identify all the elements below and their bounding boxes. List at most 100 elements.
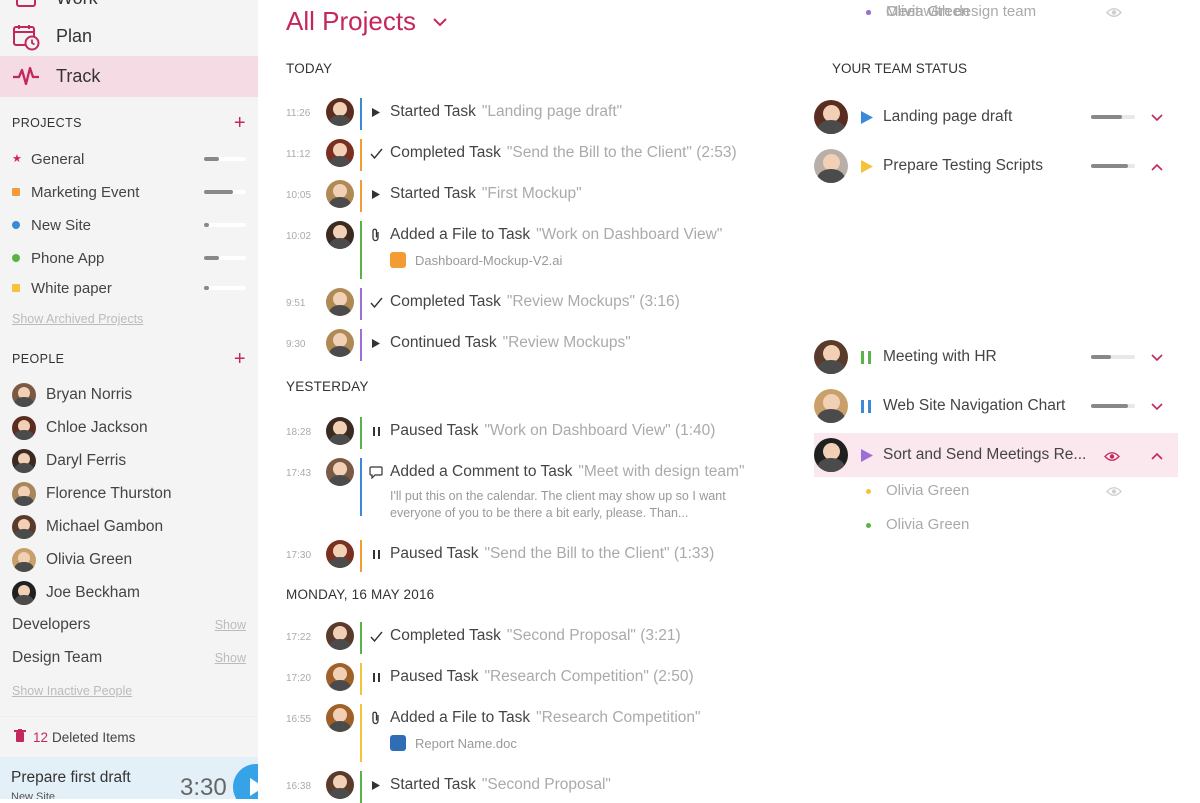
avatar xyxy=(12,416,36,440)
chevron-down-icon[interactable] xyxy=(1151,109,1163,127)
person-item[interactable]: Daryl Ferris xyxy=(12,448,246,474)
check-icon xyxy=(369,146,383,160)
team-member-row[interactable]: Web Site Navigation Chart xyxy=(814,384,1178,428)
activity-action: Continued Task xyxy=(390,334,497,351)
project-item[interactable]: White paper xyxy=(12,277,246,299)
pause-icon xyxy=(860,399,874,413)
avatar xyxy=(814,340,848,374)
avatar xyxy=(12,482,36,506)
activity-row[interactable]: 11:26 Started Task "Landing page draft" xyxy=(286,98,786,130)
deleted-items[interactable]: 12 Deleted Items xyxy=(0,716,258,757)
day-heading: MONDAY, 16 MAY 2016 xyxy=(286,587,435,602)
pause-icon xyxy=(369,424,383,438)
team-status-panel: YOUR TEAM STATUS Landing page draft Prepa… xyxy=(814,0,1200,799)
group-design-team[interactable]: Design Team Show xyxy=(12,647,246,669)
eye-icon[interactable] xyxy=(1106,5,1122,22)
activity-task: "Review Mockups" xyxy=(502,334,631,351)
file-icon xyxy=(390,252,406,268)
avatar xyxy=(326,417,354,445)
project-name: New Site xyxy=(31,216,92,234)
chevron-down-icon[interactable] xyxy=(1151,398,1163,416)
project-item[interactable]: Marketing Event xyxy=(12,181,246,203)
person-item[interactable]: Chloe Jackson xyxy=(12,415,246,441)
team-member-row[interactable]: Sort and Send Meetings Re... xyxy=(814,433,1178,477)
eye-icon[interactable] xyxy=(1106,484,1122,501)
subtask-row[interactable]: Olivia Green xyxy=(862,513,1178,537)
subtask-row[interactable]: Olivia Green xyxy=(862,479,1178,503)
calendar-icon xyxy=(12,0,40,13)
activity-row[interactable]: 17:20 Paused Task "Research Competition" (… xyxy=(286,663,786,695)
chevron-down-icon[interactable] xyxy=(1151,349,1163,367)
show-group-link[interactable]: Show xyxy=(215,618,246,632)
project-progress-bar xyxy=(204,223,246,227)
show-inactive-people-link[interactable]: Show Inactive People xyxy=(12,684,132,698)
add-person-icon[interactable]: + xyxy=(234,349,246,369)
activity-task: "Review Mockups" (3:16) xyxy=(506,293,680,310)
show-archived-projects-link[interactable]: Show Archived Projects xyxy=(12,312,143,326)
activity-time: 18:28 xyxy=(286,427,312,438)
activity-row[interactable]: 9:30 Continued Task "Review Mockups" xyxy=(286,329,786,361)
activity-row[interactable]: 10:05 Started Task "First Mockup" xyxy=(286,180,786,212)
calendar-clock-icon xyxy=(12,23,40,51)
project-selector[interactable]: All Projects xyxy=(286,6,448,37)
chevron-down-icon xyxy=(433,17,447,26)
chevron-up-icon[interactable] xyxy=(1151,447,1163,465)
project-item[interactable]: Phone App xyxy=(12,247,246,269)
avatar xyxy=(326,180,354,208)
project-color-line xyxy=(360,704,362,762)
group-developers[interactable]: Developers Show xyxy=(12,614,246,636)
pause-icon xyxy=(369,547,383,561)
activity-action: Added a File to Task xyxy=(390,226,531,243)
timer-play-button[interactable] xyxy=(233,764,258,799)
activity-row[interactable]: 17:22 Completed Task "Second Proposal" (3:… xyxy=(286,622,786,654)
project-color-line xyxy=(360,458,362,516)
person-item[interactable]: Florence Thurston xyxy=(12,481,246,507)
people-heading: PEOPLE + xyxy=(12,349,246,369)
activity-text: Paused Task "Send the Bill to the Client"… xyxy=(390,545,714,563)
attached-file[interactable]: Report Name.doc xyxy=(390,735,517,751)
nav-item-track[interactable]: Track xyxy=(0,56,258,97)
avatar xyxy=(326,329,354,357)
person-item[interactable]: Bryan Norris xyxy=(12,382,246,408)
show-group-link[interactable]: Show xyxy=(215,651,246,665)
project-item[interactable]: ★ General xyxy=(12,148,246,170)
trash-icon xyxy=(14,729,26,745)
project-color-line xyxy=(360,540,362,572)
activity-row[interactable]: 17:30 Paused Task "Send the Bill to the Cl… xyxy=(286,540,786,572)
project-name: Marketing Event xyxy=(31,183,140,201)
person-name: Bryan Norris xyxy=(46,386,133,403)
timer-project-name: New Site xyxy=(11,791,56,799)
project-color-line xyxy=(360,221,362,279)
eye-icon[interactable] xyxy=(1104,449,1120,467)
group-name: Developers xyxy=(12,616,91,633)
activity-time: 9:30 xyxy=(286,339,306,350)
avatar xyxy=(12,548,36,572)
chevron-up-icon[interactable] xyxy=(1151,158,1163,176)
activity-row[interactable]: 18:28 Paused Task "Work on Dashboard View"… xyxy=(286,417,786,449)
timer-elapsed: 3:30 xyxy=(180,774,227,799)
activity-row[interactable]: 17:43 Added a Comment to Task "Meet with d… xyxy=(286,458,786,520)
person-item[interactable]: Michael Gambon xyxy=(12,514,246,540)
activity-text: Completed Task "Review Mockups" (3:16) xyxy=(390,293,680,311)
activity-row[interactable]: 16:38 Started Task "Second Proposal" xyxy=(286,771,786,803)
activity-row[interactable]: 9:51 Completed Task "Review Mockups" (3:16… xyxy=(286,288,786,320)
avatar xyxy=(814,149,848,183)
team-member-row[interactable]: Prepare Testing Scripts xyxy=(814,144,1178,188)
activity-row[interactable]: 10:02 Added a File to Task "Work on Dashbo… xyxy=(286,221,786,281)
activity-row[interactable]: 11:12 Completed Task "Send the Bill to the… xyxy=(286,139,786,171)
activity-task: "Second Proposal" xyxy=(481,776,611,793)
attached-file[interactable]: Dashboard-Mockup-V2.ai xyxy=(390,252,562,268)
person-item[interactable]: Joe Beckham xyxy=(12,580,246,606)
subtask-row[interactable]: Olivia Green xyxy=(862,0,1178,24)
activity-text: Paused Task "Work on Dashboard View" (1:4… xyxy=(390,422,715,440)
lock-icon xyxy=(12,284,20,292)
team-member-row[interactable]: Meeting with HR xyxy=(814,335,1178,379)
team-member-row[interactable]: Landing page draft xyxy=(814,95,1178,139)
add-project-icon[interactable]: + xyxy=(234,113,246,133)
person-item[interactable]: Olivia Green xyxy=(12,547,246,573)
nav-item-plan[interactable]: Plan xyxy=(0,16,258,57)
project-item[interactable]: New Site xyxy=(12,214,246,236)
activity-row[interactable]: 16:55 Added a File to Task "Research Compe… xyxy=(286,704,786,764)
avatar xyxy=(326,98,354,126)
project-color-line xyxy=(360,771,362,803)
